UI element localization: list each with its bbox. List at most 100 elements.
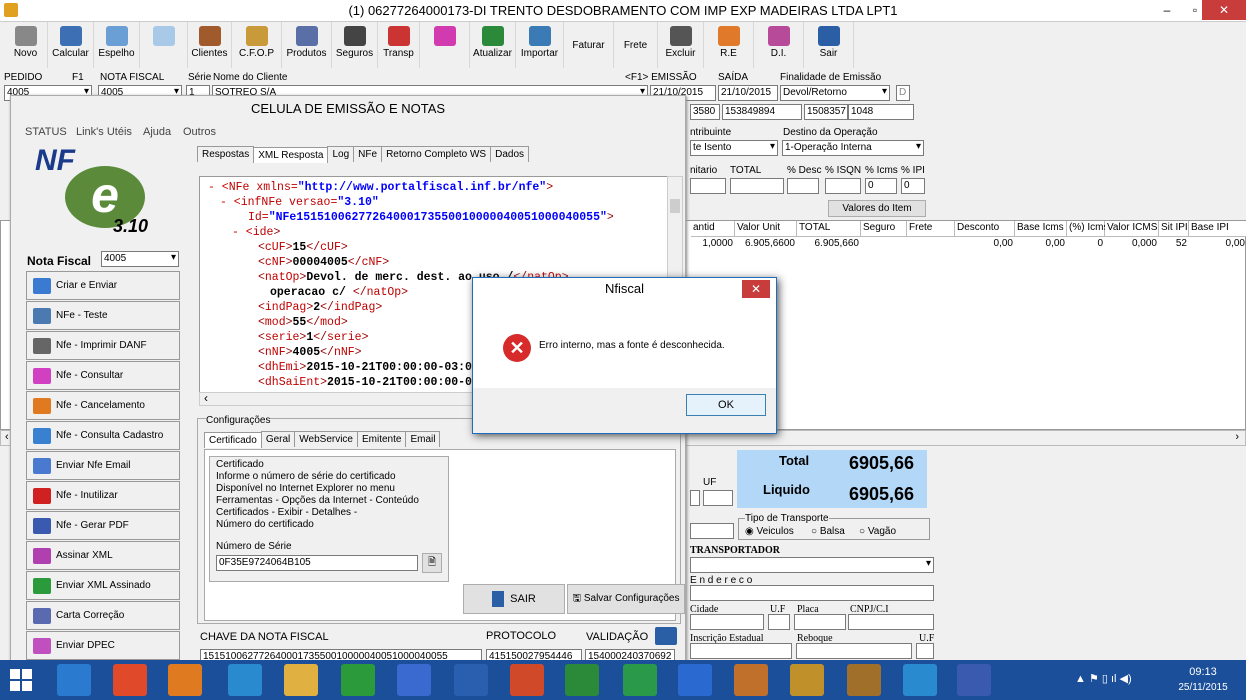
side-button-assinar-xml[interactable]: Assinar XML bbox=[26, 541, 180, 570]
toolbar-button-faturar[interactable]: Faturar bbox=[564, 22, 614, 68]
taskbar-app-icon[interactable] bbox=[454, 664, 488, 696]
header-row2-field-4[interactable]: 1048 bbox=[848, 104, 914, 120]
side-button-enviar-dpec[interactable]: Enviar DPEC bbox=[26, 631, 180, 660]
toolbar-button-d-i-[interactable]: D.I. bbox=[754, 22, 804, 68]
toolbar-button-novo[interactable]: Novo bbox=[4, 22, 48, 68]
tab-email[interactable]: Email bbox=[405, 431, 441, 447]
browse-cert-button[interactable]: 🗎 bbox=[422, 553, 442, 573]
grid-header[interactable]: Valor Unit bbox=[735, 221, 797, 237]
clock-time[interactable]: 09:13 bbox=[1175, 666, 1231, 678]
tab-certificado[interactable]: Certificado bbox=[204, 432, 262, 448]
grid-cell[interactable] bbox=[861, 238, 907, 252]
taskbar-app-icon[interactable] bbox=[113, 664, 147, 696]
side-button-carta-corre-o[interactable]: Carta Correção bbox=[26, 601, 180, 630]
taskbar-app-icon[interactable] bbox=[734, 664, 768, 696]
grid-cell[interactable] bbox=[907, 238, 955, 252]
toolbar-button-excluir[interactable]: Excluir bbox=[658, 22, 704, 68]
side-button-nfe-teste[interactable]: NFe - Teste bbox=[26, 301, 180, 330]
grid-header[interactable]: Base IPI bbox=[1189, 221, 1246, 237]
header-row2-field-2[interactable]: 153849894 bbox=[722, 104, 802, 120]
toolbar-button-icon-9[interactable] bbox=[420, 22, 470, 68]
tab-webservice[interactable]: WebService bbox=[294, 431, 358, 447]
clock-date[interactable]: 25/11/2015 bbox=[1175, 682, 1231, 693]
taskbar-app-icon[interactable] bbox=[847, 664, 881, 696]
toolbar-button-icon-3[interactable] bbox=[140, 22, 188, 68]
menu-links[interactable]: Link's Utéis bbox=[76, 126, 132, 138]
menu-ajuda[interactable]: Ajuda bbox=[143, 126, 171, 138]
radio-veiculos[interactable]: ◉ Veiculos bbox=[745, 526, 794, 537]
scroll-right-icon[interactable]: › bbox=[1235, 431, 1239, 443]
transportador-select[interactable] bbox=[690, 557, 934, 573]
serie-cert-field[interactable]: 0F35E9724064B105 bbox=[216, 555, 418, 571]
side-button-nfe-consulta-cadastro[interactable]: Nfe - Consulta Cadastro bbox=[26, 421, 180, 450]
taskbar-app-icon[interactable] bbox=[397, 664, 431, 696]
grid-header[interactable]: Sit IPI bbox=[1159, 221, 1189, 237]
radio-vagao[interactable]: ○ Vagão bbox=[859, 526, 896, 537]
taskbar-app-icon[interactable] bbox=[623, 664, 657, 696]
toolbar-button-r-e[interactable]: R.E bbox=[704, 22, 754, 68]
endereco-field[interactable] bbox=[690, 585, 934, 601]
tray-icons[interactable]: ▲ ⚑ ▯ ıl ◀) bbox=[1075, 672, 1132, 685]
side-button-nfe-cancelamento[interactable]: Nfe - Cancelamento bbox=[26, 391, 180, 420]
toolbar-button-transp[interactable]: Transp bbox=[378, 22, 420, 68]
salvar-config-button[interactable]: 🖫 Salvar Configurações bbox=[567, 584, 685, 614]
grid-cell[interactable]: 6.905,6600 bbox=[735, 238, 797, 252]
taskbar-app-icon[interactable] bbox=[168, 664, 202, 696]
grid-cell[interactable]: 0,00 bbox=[1015, 238, 1067, 252]
contrib-select[interactable]: te Isento bbox=[690, 140, 778, 156]
toolbar-button-atualizar[interactable]: Atualizar bbox=[470, 22, 516, 68]
finalidade-flag[interactable]: D bbox=[896, 85, 910, 101]
destino-select[interactable]: 1-Operação Interna bbox=[782, 140, 924, 156]
toolbar-button-espelho[interactable]: Espelho bbox=[94, 22, 140, 68]
side-button-enviar-nfe-email[interactable]: Enviar Nfe Email bbox=[26, 451, 180, 480]
ipi-field[interactable]: 0 bbox=[901, 178, 925, 194]
side-button-nfe-inutilizar[interactable]: Nfe - Inutilizar bbox=[26, 481, 180, 510]
grid-header[interactable]: Valor ICMS bbox=[1105, 221, 1159, 237]
toolbar-button-sair[interactable]: Sair bbox=[804, 22, 854, 68]
taskbar-app-icon[interactable] bbox=[228, 664, 262, 696]
dialog-close-button[interactable]: ✕ bbox=[742, 280, 770, 298]
grid-header[interactable]: Frete bbox=[907, 221, 955, 237]
saida-field[interactable]: 21/10/2015 bbox=[718, 85, 778, 101]
scroll-left-icon[interactable]: ‹ bbox=[5, 431, 9, 443]
tab-nfe[interactable]: NFe bbox=[353, 146, 383, 162]
tab-dados[interactable]: Dados bbox=[490, 146, 530, 162]
icms-field[interactable]: 0 bbox=[865, 178, 897, 194]
tab-emitente[interactable]: Emitente bbox=[357, 431, 407, 447]
toolbar-button-c-f-o-p[interactable]: C.F.O.P bbox=[232, 22, 282, 68]
grid-header[interactable]: antid bbox=[691, 221, 735, 237]
taskbar-app-icon[interactable] bbox=[57, 664, 91, 696]
taskbar-app-icon[interactable] bbox=[957, 664, 991, 696]
valores-item-button[interactable]: Valores do Item bbox=[828, 200, 926, 217]
menu-status[interactable]: STATUS bbox=[25, 126, 67, 138]
header-row2-field-3[interactable]: 1508357 bbox=[804, 104, 848, 120]
taskbar-app-icon[interactable] bbox=[284, 664, 318, 696]
uf-field-2[interactable] bbox=[768, 614, 790, 630]
uf-field-3[interactable] bbox=[916, 643, 934, 659]
uf-field[interactable] bbox=[703, 490, 733, 506]
grid-cell[interactable]: 1,0000 bbox=[691, 238, 735, 252]
toolbar-button-produtos[interactable]: Produtos bbox=[282, 22, 332, 68]
placa-field[interactable] bbox=[794, 614, 846, 630]
grid-cell[interactable]: 6.905,660 bbox=[797, 238, 861, 252]
lower-field-b[interactable] bbox=[690, 523, 734, 539]
side-button-nfe-consultar[interactable]: Nfe - Consultar bbox=[26, 361, 180, 390]
toolbar-button-calcular[interactable]: Calcular bbox=[48, 22, 94, 68]
close-window-button[interactable]: ✕ bbox=[1202, 0, 1246, 20]
lower-field-a[interactable] bbox=[690, 490, 700, 506]
dialog-ok-button[interactable]: OK bbox=[686, 394, 766, 416]
radio-balsa[interactable]: ○ Balsa bbox=[811, 526, 845, 537]
grid-header[interactable]: Seguro bbox=[861, 221, 907, 237]
toolbar-button-clientes[interactable]: Clientes bbox=[188, 22, 232, 68]
grid-cell[interactable]: 0 bbox=[1067, 238, 1105, 252]
nota-fiscal-select[interactable]: 4005 bbox=[101, 251, 179, 267]
grid-cell[interactable]: 52 bbox=[1159, 238, 1189, 252]
side-button-nfe-gerar-pdf[interactable]: Nfe - Gerar PDF bbox=[26, 511, 180, 540]
xml-scroll-thumb[interactable] bbox=[670, 199, 680, 213]
grid-header[interactable]: Base Icms bbox=[1015, 221, 1067, 237]
taskbar-app-icon[interactable] bbox=[678, 664, 712, 696]
tab-xml-resposta[interactable]: XML Resposta bbox=[253, 147, 329, 163]
isqn-field[interactable] bbox=[825, 178, 861, 194]
sair-button[interactable]: SAIR bbox=[463, 584, 565, 614]
reboque-field[interactable] bbox=[796, 643, 912, 659]
